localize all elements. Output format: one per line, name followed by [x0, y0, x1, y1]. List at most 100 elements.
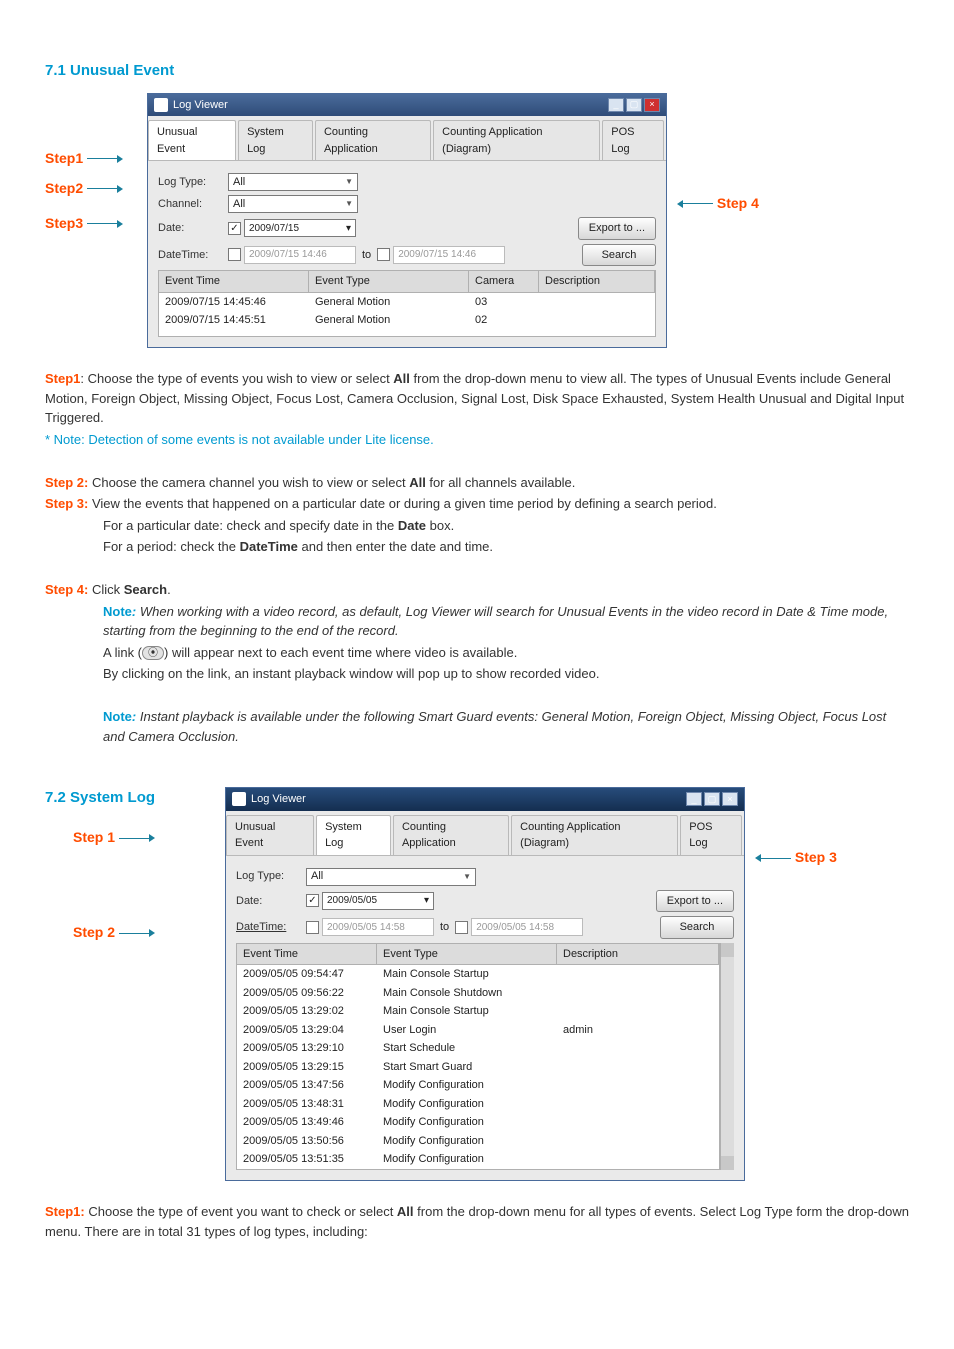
close-button[interactable]: ×	[722, 792, 738, 806]
link-a: A link (	[103, 645, 142, 660]
figure-72: 7.2 System Log Step 1 Step 2 Log Viewer …	[45, 787, 909, 1181]
datetime-checkbox[interactable]	[228, 248, 241, 261]
table-row[interactable]: 2009/05/05 13:29:10Start Schedule	[237, 1039, 719, 1058]
results-scrollbar[interactable]	[720, 943, 734, 1170]
logtype-value: All	[233, 174, 245, 191]
step2-head: Step 2:	[45, 475, 88, 490]
maximize-button[interactable]: ▢	[626, 98, 642, 112]
logtype-value: All	[311, 868, 323, 885]
note2-label: Note:	[103, 604, 136, 619]
dt-to-value: 2009/07/15 14:46	[398, 247, 476, 262]
note-lite: * Note: Detection of some events is not …	[45, 430, 909, 450]
datetime-label: DateTime:	[158, 247, 228, 264]
cell-time: 2009/07/15 14:45:51	[159, 311, 309, 330]
t3l2b: and then enter the date and time.	[298, 539, 493, 554]
tab-pos-log[interactable]: POS Log	[602, 120, 664, 160]
tab-counting-app[interactable]: Counting Application	[393, 815, 509, 855]
datetime-from[interactable]: 2009/07/15 14:46	[244, 246, 356, 264]
tab-counting-app[interactable]: Counting Application	[315, 120, 431, 160]
minimize-button[interactable]: _	[686, 792, 702, 806]
table-row[interactable]: 2009/05/05 13:29:15Start Smart Guard	[237, 1058, 719, 1077]
row-date: Date: ✓ 2009/07/15▾ Export to ...	[158, 217, 656, 240]
date-checkbox[interactable]: ✓	[306, 894, 319, 907]
export-button[interactable]: Export to ...	[578, 217, 656, 240]
note2-block: Note: When working with a video record, …	[45, 602, 909, 641]
cell-time: 2009/05/05 13:48:31	[237, 1095, 377, 1114]
step1-label-72: Step 1	[73, 827, 155, 848]
cell-time: 2009/05/05 13:29:10	[237, 1039, 377, 1058]
cell-desc	[557, 1002, 719, 1021]
table-row[interactable]: 2009/07/15 14:45:46 General Motion 03	[159, 293, 655, 312]
date-checkbox[interactable]: ✓	[228, 222, 241, 235]
cell-type: Main Console Shutdown	[377, 984, 557, 1003]
row-logtype: Log Type: All	[158, 173, 656, 191]
figure-71: Step1 Step2 Step3 Log Viewer _ ▢ × Unusu…	[45, 93, 909, 348]
dt-to: 2009/05/05 14:58	[476, 920, 554, 935]
note3-text: Instant playback is available under the …	[103, 709, 886, 744]
table-row[interactable]: 2009/07/15 14:45:51 General Motion 02	[159, 311, 655, 330]
t-all2: All	[409, 475, 426, 490]
table-row[interactable]: 2009/05/05 13:29:02Main Console Startup	[237, 1002, 719, 1021]
cell-time: 2009/07/15 14:45:46	[159, 293, 309, 312]
export-button[interactable]: Export to ...	[656, 890, 734, 913]
cell-desc	[557, 1058, 719, 1077]
date-input[interactable]: 2009/05/05▾	[322, 892, 434, 910]
datetime-to-checkbox[interactable]	[377, 248, 390, 261]
table-row[interactable]: 2009/05/05 09:56:22Main Console Shutdown	[237, 984, 719, 1003]
cell-time: 2009/05/05 13:51:35	[237, 1150, 377, 1169]
logtype-select[interactable]: All	[228, 173, 358, 191]
step3-line1: For a particular date: check and specify…	[45, 516, 909, 536]
table-row[interactable]: 2009/05/05 13:47:56Modify Configuration	[237, 1076, 719, 1095]
datetime-to[interactable]: 2009/05/05 14:58	[471, 918, 583, 936]
datetime-from[interactable]: 2009/05/05 14:58	[322, 918, 434, 936]
s3t72: Step 3	[795, 849, 837, 865]
table-row[interactable]: 2009/05/05 13:29:04User Loginadmin	[237, 1021, 719, 1040]
table-row[interactable]: 2009/05/05 09:54:47Main Console Startup	[237, 965, 719, 984]
date-label: Date:	[236, 893, 306, 910]
playback-link-icon: ⦿	[142, 646, 164, 660]
datetime-to[interactable]: 2009/07/15 14:46	[393, 246, 505, 264]
note2-text: When working with a video record, as def…	[103, 604, 888, 639]
cell-type: Start Schedule	[377, 1039, 557, 1058]
cell-type: Modify Configuration	[377, 1113, 557, 1132]
table-row[interactable]: 2009/05/05 13:51:35Modify Configuration	[237, 1150, 719, 1169]
section-title-72: 7.2 System Log	[45, 787, 155, 810]
tab-pos-log[interactable]: POS Log	[680, 815, 742, 855]
t72-all: All	[397, 1204, 414, 1219]
cell-time: 2009/05/05 13:50:56	[237, 1132, 377, 1151]
close-button[interactable]: ×	[644, 98, 660, 112]
link-line: A link (⦿) will appear next to each even…	[45, 643, 909, 663]
minimize-button[interactable]: _	[608, 98, 624, 112]
table-row[interactable]: 2009/05/05 13:48:31Modify Configuration	[237, 1095, 719, 1114]
table-row[interactable]: 2009/05/05 13:50:56Modify Configuration	[237, 1132, 719, 1151]
search-button[interactable]: Search	[582, 244, 656, 267]
tab-system-log[interactable]: System Log	[316, 815, 391, 855]
link-b: ) will appear next to each event time wh…	[164, 645, 517, 660]
datetime-checkbox[interactable]	[306, 921, 319, 934]
search-button[interactable]: Search	[660, 916, 734, 939]
logtype-select[interactable]: All	[306, 868, 476, 886]
step1-head: Step1	[45, 371, 80, 386]
tab-unusual-event[interactable]: Unusual Event	[226, 815, 314, 855]
col-description: Description	[539, 271, 655, 292]
tab-counting-diagram[interactable]: Counting Application (Diagram)	[511, 815, 678, 855]
maximize-button[interactable]: ▢	[704, 792, 720, 806]
tab-unusual-event[interactable]: Unusual Event	[148, 120, 236, 160]
tab-counting-diagram[interactable]: Counting Application (Diagram)	[433, 120, 600, 160]
step4-head: Step 4:	[45, 582, 88, 597]
table-row[interactable]: 2009/05/05 13:49:46Modify Configuration	[237, 1113, 719, 1132]
tab-strip: Unusual Event System Log Counting Applic…	[148, 116, 666, 161]
tab-system-log[interactable]: System Log	[238, 120, 313, 160]
step1-label: Step1	[45, 148, 123, 169]
channel-select[interactable]: All	[228, 195, 358, 213]
fig71-right: Step 4	[677, 93, 787, 273]
col-event-time: Event Time	[237, 944, 377, 965]
channel-label: Channel:	[158, 196, 228, 213]
app-icon	[232, 792, 246, 806]
col-camera: Camera	[469, 271, 539, 292]
date-input[interactable]: 2009/07/15▾	[244, 219, 356, 237]
datetime-to-checkbox[interactable]	[455, 921, 468, 934]
t72-1a: Choose the type of event you want to che…	[85, 1204, 397, 1219]
cell-desc	[557, 1076, 719, 1095]
cell-type: User Login	[377, 1021, 557, 1040]
